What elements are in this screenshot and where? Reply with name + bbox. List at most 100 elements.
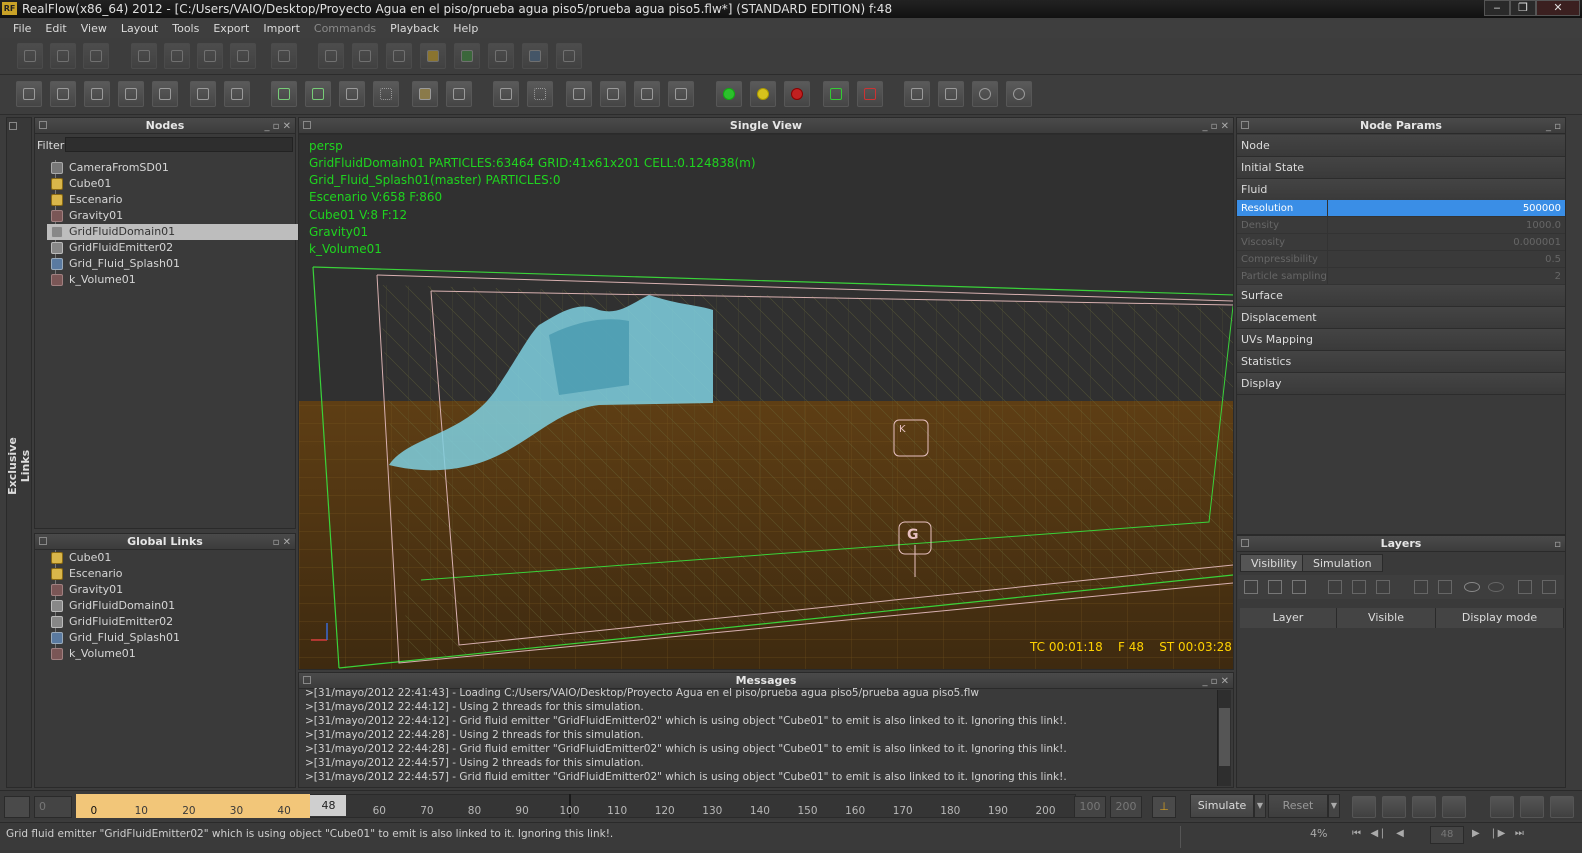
axis-tool-button[interactable]: [271, 43, 297, 69]
section-surface[interactable]: Surface: [1237, 285, 1565, 307]
fluid-param-row[interactable]: Compressibility 0.5: [1237, 251, 1565, 268]
export-red-button[interactable]: [857, 81, 883, 107]
messages-scrollbar[interactable]: [1217, 690, 1231, 786]
playback-tool-1[interactable]: [1352, 796, 1376, 818]
global-link-item[interactable]: Escenario: [47, 566, 317, 582]
layer-op-icon-5[interactable]: [1542, 580, 1556, 594]
playback-tool-6[interactable]: [1520, 796, 1544, 818]
node-item[interactable]: Gravity01: [47, 208, 317, 224]
rotate-tool-button[interactable]: [197, 43, 223, 69]
add-daemon-button[interactable]: [386, 43, 412, 69]
tool-button-6[interactable]: [190, 81, 216, 107]
menu-tools[interactable]: Tools: [165, 22, 206, 35]
minimize-button[interactable]: ‒: [1484, 0, 1510, 16]
fluid-param-value[interactable]: 500000: [1523, 200, 1561, 217]
menu-view[interactable]: View: [74, 22, 114, 35]
script-button-3[interactable]: [972, 81, 998, 107]
fluid-param-row[interactable]: Viscosity 0.000001: [1237, 234, 1565, 251]
simulate-dropdown-icon[interactable]: ▼: [1254, 794, 1266, 818]
menu-help[interactable]: Help: [446, 22, 485, 35]
fluid-param-value[interactable]: 2: [1555, 268, 1561, 285]
current-frame-marker[interactable]: 48: [310, 795, 347, 816]
playback-tool-5[interactable]: [1490, 796, 1514, 818]
simulate-button[interactable]: Simulate: [1190, 794, 1254, 818]
view-persp-button[interactable]: [668, 81, 694, 107]
playback-tool-3[interactable]: [1412, 796, 1436, 818]
goto-start-icon[interactable]: ⏮: [1352, 828, 1361, 839]
menu-layout[interactable]: Layout: [114, 22, 165, 35]
node-item[interactable]: CameraFromSD01: [47, 160, 317, 176]
global-link-item[interactable]: k_Volume01: [47, 646, 317, 662]
playback-tool-7[interactable]: [1550, 796, 1574, 818]
tool-button-3[interactable]: [84, 81, 110, 107]
add-to-layer-icon[interactable]: [1268, 580, 1282, 594]
script-button-4[interactable]: [1006, 81, 1032, 107]
new-scene-button[interactable]: [17, 43, 43, 69]
script-button-2[interactable]: [938, 81, 964, 107]
step-forward-icon[interactable]: ❘▶: [1489, 828, 1505, 839]
reset-dropdown-icon[interactable]: ▼: [1328, 794, 1340, 818]
global-link-item[interactable]: Grid_Fluid_Splash01: [47, 630, 317, 646]
global-link-item[interactable]: GridFluidEmitter02: [47, 614, 317, 630]
tool-button-13[interactable]: [446, 81, 472, 107]
close-window-button[interactable]: ✕: [1536, 0, 1580, 16]
section-displacement[interactable]: Displacement: [1237, 307, 1565, 329]
open-scene-button[interactable]: [50, 43, 76, 69]
add-mesh-button[interactable]: [454, 43, 480, 69]
fluid-param-value[interactable]: 1000.0: [1526, 217, 1561, 234]
global-link-item[interactable]: Gravity01: [47, 582, 317, 598]
new-layer-icon[interactable]: [1244, 580, 1258, 594]
menu-commands[interactable]: Commands: [307, 22, 383, 35]
layer-op-icon-1[interactable]: [1328, 580, 1342, 594]
layer-op-icon-4[interactable]: [1518, 580, 1532, 594]
global-link-item[interactable]: GridFluidDomain01: [47, 598, 317, 614]
playback-tool-4[interactable]: [1442, 796, 1466, 818]
tool-button-15[interactable]: [527, 81, 553, 107]
node-item[interactable]: GridFluidDomain01: [47, 224, 317, 240]
section-uvs-mapping[interactable]: UVs Mapping: [1237, 329, 1565, 351]
script-button-1[interactable]: [904, 81, 930, 107]
timeline-menu-button[interactable]: [4, 796, 30, 818]
add-grid-button[interactable]: [556, 43, 582, 69]
tool-button-8[interactable]: [271, 81, 297, 107]
add-object-button[interactable]: [318, 43, 344, 69]
frame-input[interactable]: 48: [1430, 826, 1464, 844]
tool-button-5[interactable]: [152, 81, 178, 107]
menu-playback[interactable]: Playback: [383, 22, 446, 35]
node-item[interactable]: GridFluidEmitter02: [47, 240, 317, 256]
filter-input[interactable]: [65, 137, 293, 152]
section-display[interactable]: Display: [1237, 373, 1565, 395]
eye-off-icon[interactable]: [1488, 582, 1504, 592]
step-back-icon[interactable]: ◀❘: [1371, 828, 1387, 839]
menu-export[interactable]: Export: [206, 22, 256, 35]
section-fluid[interactable]: Fluid: [1237, 179, 1565, 201]
scale-tool-button[interactable]: [230, 43, 256, 69]
tool-button-1[interactable]: [16, 81, 42, 107]
particles-button[interactable]: [373, 81, 399, 107]
layers-col-layer[interactable]: Layer: [1240, 608, 1337, 628]
node-item[interactable]: k_Volume01: [47, 272, 317, 288]
timeline-start-field[interactable]: 0: [34, 796, 72, 818]
tool-button-12[interactable]: [412, 81, 438, 107]
layers-col-visible[interactable]: Visible: [1337, 608, 1436, 628]
tool-button-2[interactable]: [50, 81, 76, 107]
menu-file[interactable]: File: [6, 22, 38, 35]
fluid-param-row[interactable]: Resolution 500000: [1237, 200, 1565, 217]
tool-button-9[interactable]: [305, 81, 331, 107]
add-camera-button[interactable]: [488, 43, 514, 69]
view-side-button[interactable]: [600, 81, 626, 107]
timeline-end-field[interactable]: 100: [1074, 796, 1106, 818]
viewport-canvas[interactable]: K G: [299, 135, 1233, 669]
add-emitter-button[interactable]: [352, 43, 378, 69]
move-down-icon[interactable]: [1438, 580, 1452, 594]
fluid-param-value[interactable]: 0.5: [1545, 251, 1561, 268]
section-initial-state[interactable]: Initial State: [1237, 157, 1565, 179]
goto-end-icon[interactable]: ⏭: [1515, 828, 1524, 839]
layer-op-icon-2[interactable]: [1352, 580, 1366, 594]
section-statistics[interactable]: Statistics: [1237, 351, 1565, 373]
view-top-button[interactable]: [634, 81, 660, 107]
messages-scroll-thumb[interactable]: [1219, 708, 1230, 766]
fluid-param-value[interactable]: 0.000001: [1513, 234, 1561, 251]
node-item[interactable]: Cube01: [47, 176, 317, 192]
red-light-button[interactable]: [784, 81, 810, 107]
